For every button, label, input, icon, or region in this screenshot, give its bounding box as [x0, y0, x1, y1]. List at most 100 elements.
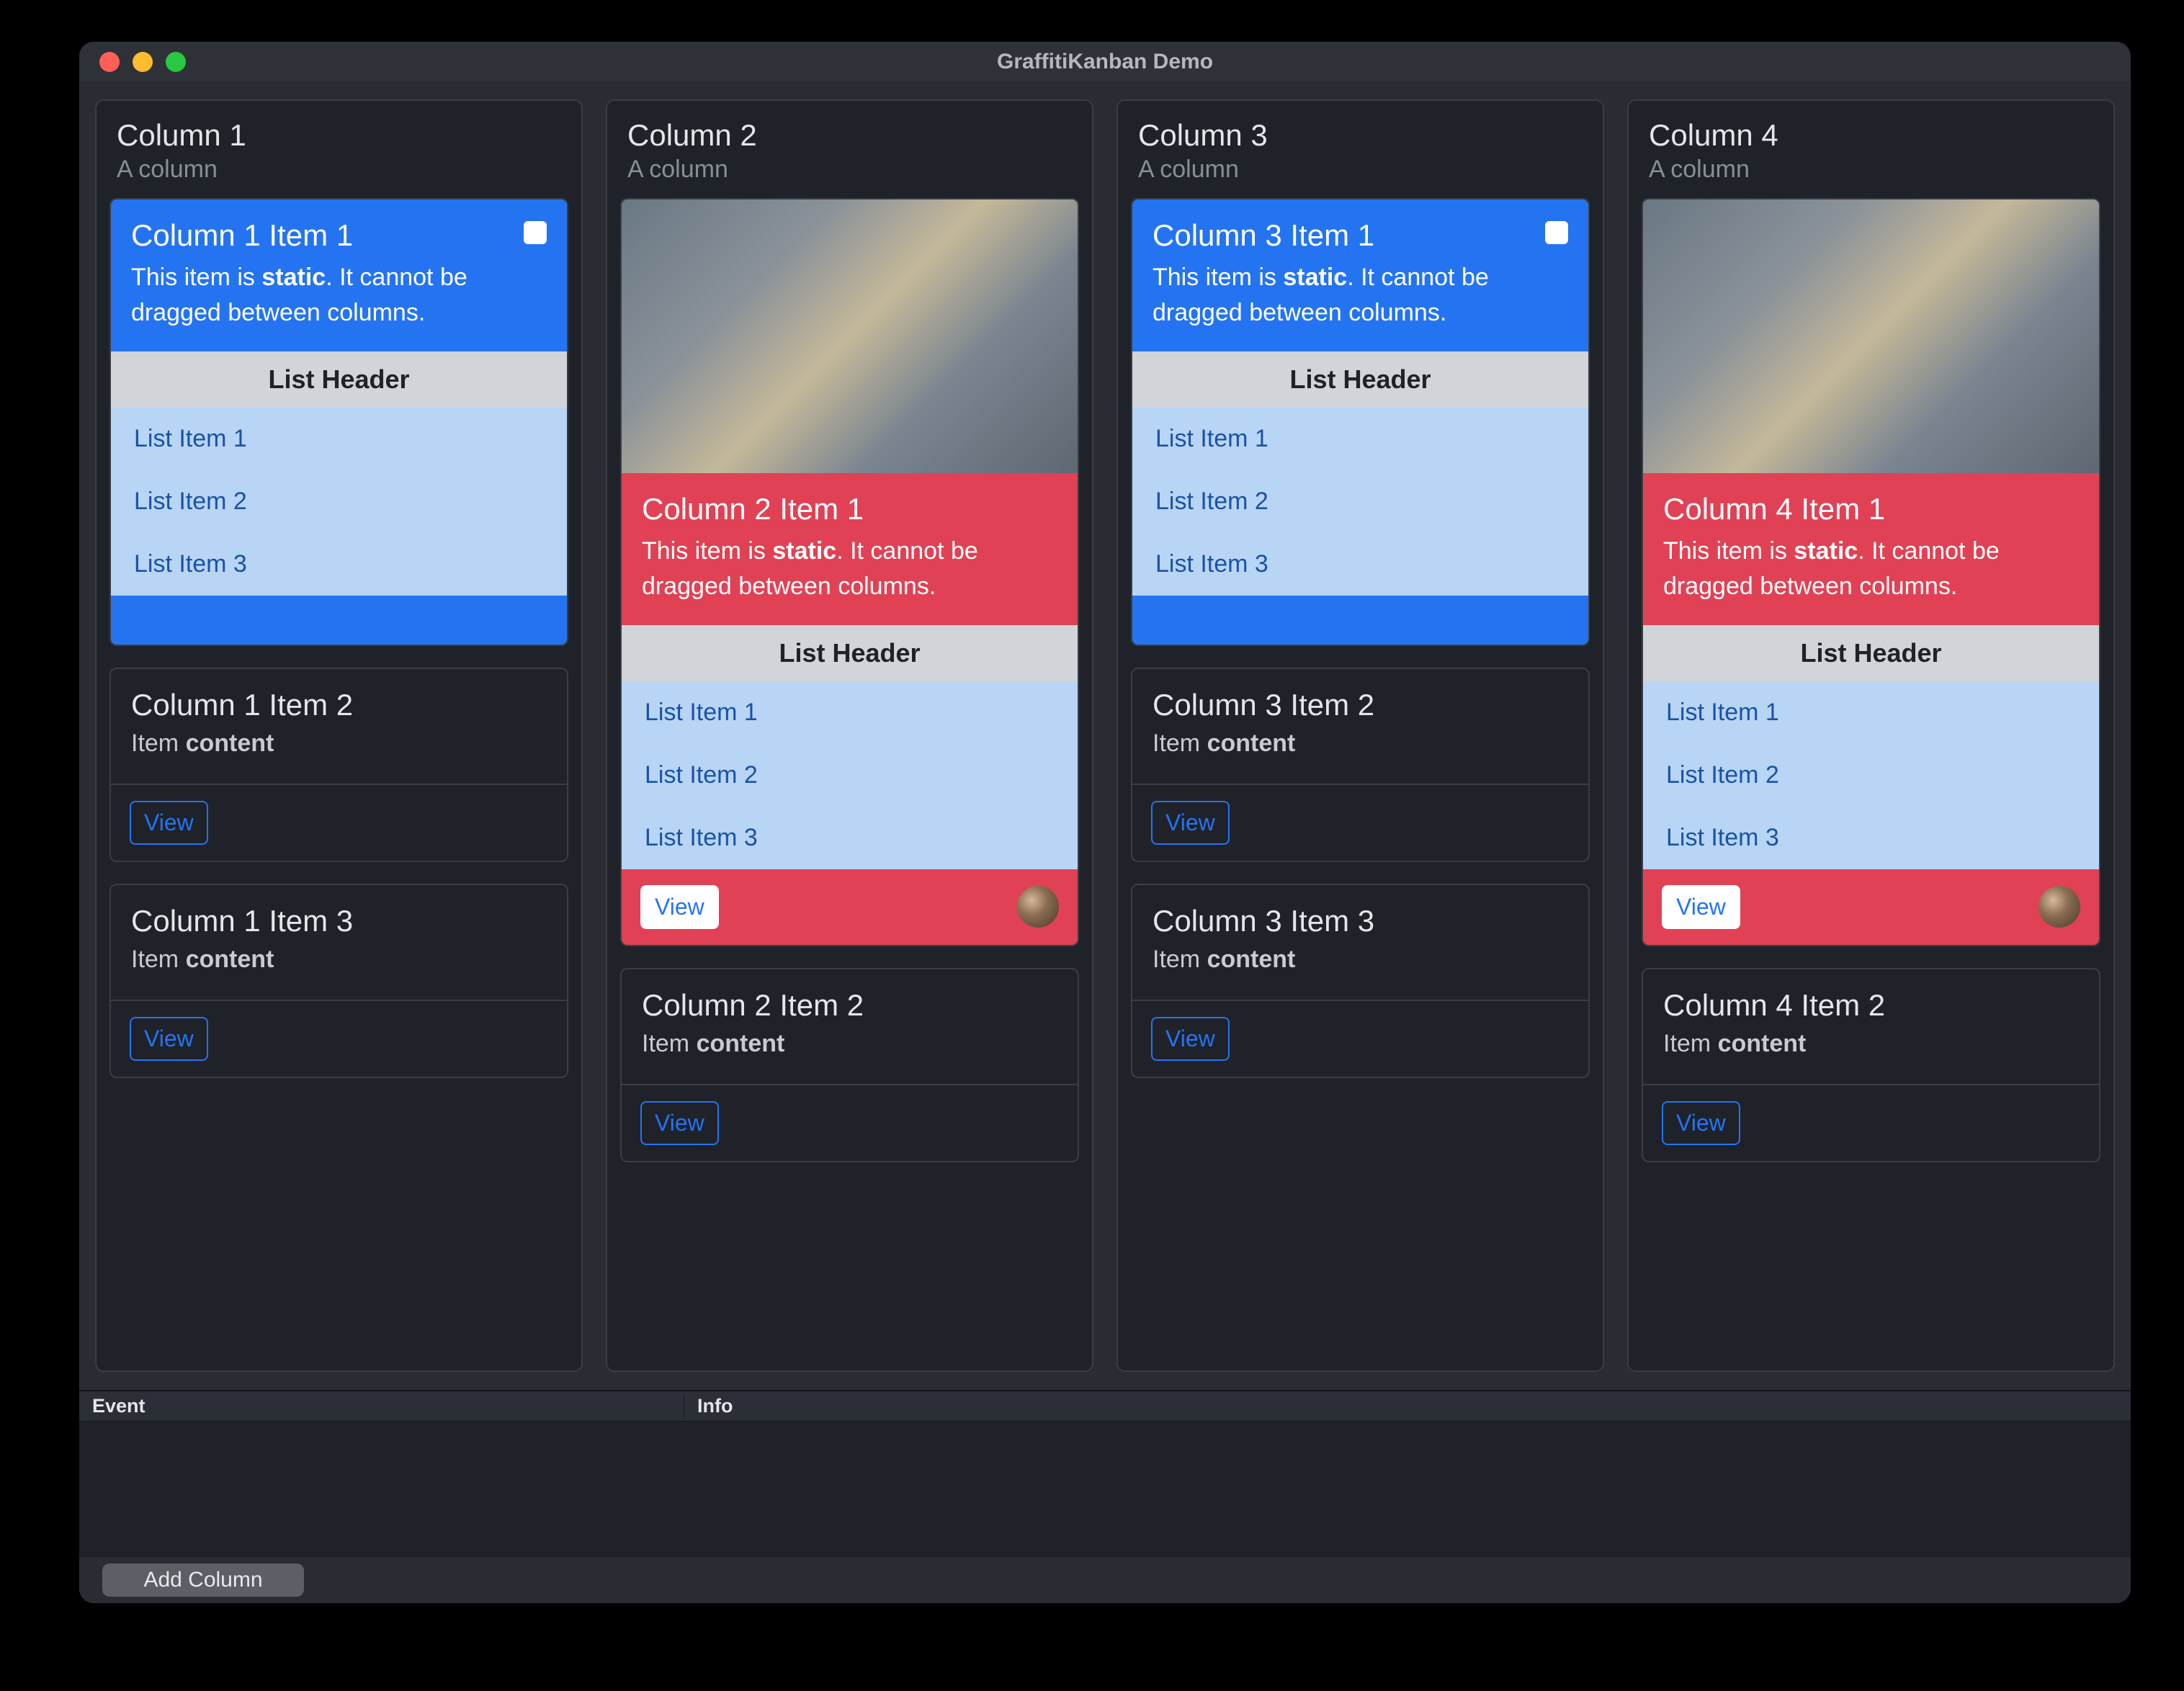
- card-footer: [1132, 596, 1588, 645]
- column-subtitle: A column: [117, 156, 561, 184]
- kanban-column[interactable]: Column 1 A column Column 1 Item 1 This i…: [95, 99, 583, 1372]
- card-title: Column 2 Item 1: [642, 492, 1057, 526]
- titlebar[interactable]: GraffitiKanban Demo: [79, 42, 2131, 81]
- card-title: Column 3 Item 2: [1153, 688, 1568, 722]
- card-description: This item is static. It cannot be dragge…: [131, 260, 547, 331]
- card-title: Column 1 Item 2: [131, 688, 547, 722]
- grid-column-event[interactable]: Event: [79, 1395, 684, 1417]
- card-body: Column 2 Item 2 Item content: [622, 969, 1078, 1084]
- card-description: Item content: [1153, 946, 1568, 974]
- card-body: Column 3 Item 2 Item content: [1132, 669, 1588, 784]
- view-button[interactable]: View: [1662, 1101, 1740, 1145]
- card-footer: View: [1643, 869, 2099, 945]
- card-description: This item is static. It cannot be dragge…: [1663, 534, 2079, 605]
- column-subtitle: A column: [1138, 156, 1583, 184]
- card-description: This item is static. It cannot be dragge…: [642, 534, 1057, 605]
- list-header: List Header: [1643, 625, 2099, 681]
- column-body: Column 2 Item 1 This item is static. It …: [607, 198, 1092, 1371]
- view-button[interactable]: View: [640, 885, 719, 929]
- card-image: [1643, 199, 2099, 473]
- card-footer: View: [1132, 1000, 1588, 1077]
- card-description: Item content: [131, 946, 547, 974]
- list-item[interactable]: List Item 2: [111, 470, 567, 533]
- kanban-column[interactable]: Column 2 A column Column 2 Item 1 This i…: [606, 99, 1093, 1372]
- card-body: Column 4 Item 2 Item content: [1643, 969, 2099, 1084]
- card-description: Item content: [642, 1030, 1057, 1058]
- list-item[interactable]: List Item 1: [1643, 681, 2099, 744]
- list-items: List Item 1 List Item 2 List Item 3: [111, 408, 567, 596]
- kanban-column[interactable]: Column 3 A column Column 3 Item 1 This i…: [1116, 99, 1604, 1372]
- column-subtitle: A column: [627, 156, 1072, 184]
- kanban-card[interactable]: Column 1 Item 1 This item is static. It …: [109, 198, 568, 646]
- kanban-column[interactable]: Column 4 A column Column 4 Item 1 This i…: [1627, 99, 2115, 1372]
- column-subtitle: A column: [1649, 156, 2093, 184]
- avatar[interactable]: [1017, 886, 1059, 928]
- list-item[interactable]: List Item 3: [1132, 533, 1588, 596]
- view-button[interactable]: View: [130, 801, 208, 845]
- list-item[interactable]: List Item 1: [622, 681, 1078, 744]
- list-item[interactable]: List Item 3: [1643, 807, 2099, 869]
- list-item[interactable]: List Item 3: [111, 533, 567, 596]
- card-description: Item content: [1153, 730, 1568, 758]
- grid-column-info[interactable]: Info: [684, 1395, 2131, 1417]
- list-item[interactable]: List Item 3: [622, 807, 1078, 869]
- card-checkbox[interactable]: [524, 221, 547, 244]
- column-body: Column 1 Item 1 This item is static. It …: [97, 198, 581, 1371]
- column-body: Column 4 Item 1 This item is static. It …: [1629, 198, 2113, 1371]
- card-image: [622, 199, 1078, 473]
- card-title: Column 2 Item 2: [642, 988, 1057, 1023]
- kanban-card[interactable]: Column 2 Item 1 This item is static. It …: [620, 198, 1079, 946]
- kanban-card[interactable]: Column 3 Item 1 This item is static. It …: [1131, 198, 1590, 646]
- card-footer: View: [622, 869, 1078, 945]
- list-items: List Item 1 List Item 2 List Item 3: [1643, 681, 2099, 869]
- kanban-card[interactable]: Column 4 Item 2 Item content View: [1642, 968, 2100, 1162]
- card-title: Column 3 Item 3: [1153, 904, 1568, 938]
- card-header: Column 4 Item 1 This item is static. It …: [1643, 473, 2099, 625]
- card-body: Column 1 Item 3 Item content: [111, 885, 567, 1000]
- view-button[interactable]: View: [1151, 1017, 1230, 1061]
- kanban-card[interactable]: Column 1 Item 3 Item content View: [109, 884, 568, 1078]
- list-item[interactable]: List Item 2: [622, 744, 1078, 807]
- list-item[interactable]: List Item 2: [1643, 744, 2099, 807]
- card-footer: View: [1643, 1084, 2099, 1161]
- card-header: Column 2 Item 1 This item is static. It …: [622, 473, 1078, 625]
- kanban-card[interactable]: Column 1 Item 2 Item content View: [109, 668, 568, 862]
- card-description: Item content: [131, 730, 547, 758]
- card-footer: View: [622, 1084, 1078, 1161]
- view-button[interactable]: View: [1662, 885, 1740, 929]
- column-header: Column 1 A column: [97, 101, 581, 198]
- kanban-card[interactable]: Column 3 Item 2 Item content View: [1131, 668, 1590, 862]
- column-header: Column 4 A column: [1629, 101, 2113, 198]
- list-item[interactable]: List Item 1: [1132, 408, 1588, 470]
- view-button[interactable]: View: [1151, 801, 1230, 845]
- card-header: Column 1 Item 1 This item is static. It …: [111, 199, 567, 351]
- card-footer: View: [111, 784, 567, 861]
- card-footer: [111, 596, 567, 645]
- list-header: List Header: [622, 625, 1078, 681]
- column-header: Column 2 A column: [607, 101, 1092, 198]
- column-title: Column 3: [1138, 118, 1583, 153]
- kanban-card[interactable]: Column 2 Item 2 Item content View: [620, 968, 1079, 1162]
- app-window: GraffitiKanban Demo Column 1 A column Co…: [79, 42, 2131, 1603]
- list-item[interactable]: List Item 1: [111, 408, 567, 470]
- list-items: List Item 1 List Item 2 List Item 3: [1132, 408, 1588, 596]
- card-title: Column 1 Item 3: [131, 904, 547, 938]
- view-button[interactable]: View: [130, 1017, 208, 1061]
- kanban-card[interactable]: Column 4 Item 1 This item is static. It …: [1642, 198, 2100, 946]
- list-item[interactable]: List Item 2: [1132, 470, 1588, 533]
- card-checkbox[interactable]: [1545, 221, 1568, 244]
- list-items: List Item 1 List Item 2 List Item 3: [622, 681, 1078, 869]
- card-footer: View: [111, 1000, 567, 1077]
- kanban-card[interactable]: Column 3 Item 3 Item content View: [1131, 884, 1590, 1078]
- card-description: This item is static. It cannot be dragge…: [1153, 260, 1568, 331]
- card-title: Column 3 Item 1: [1153, 218, 1568, 253]
- avatar[interactable]: [2038, 886, 2080, 928]
- column-header: Column 3 A column: [1118, 101, 1603, 198]
- add-column-button[interactable]: Add Column: [102, 1564, 304, 1597]
- card-title: Column 4 Item 2: [1663, 988, 2079, 1023]
- card-body: Column 1 Item 2 Item content: [111, 669, 567, 784]
- events-panel: Event Info Add Column: [79, 1390, 2131, 1603]
- view-button[interactable]: View: [640, 1101, 719, 1145]
- column-body: Column 3 Item 1 This item is static. It …: [1118, 198, 1603, 1371]
- card-title: Column 4 Item 1: [1663, 492, 2079, 526]
